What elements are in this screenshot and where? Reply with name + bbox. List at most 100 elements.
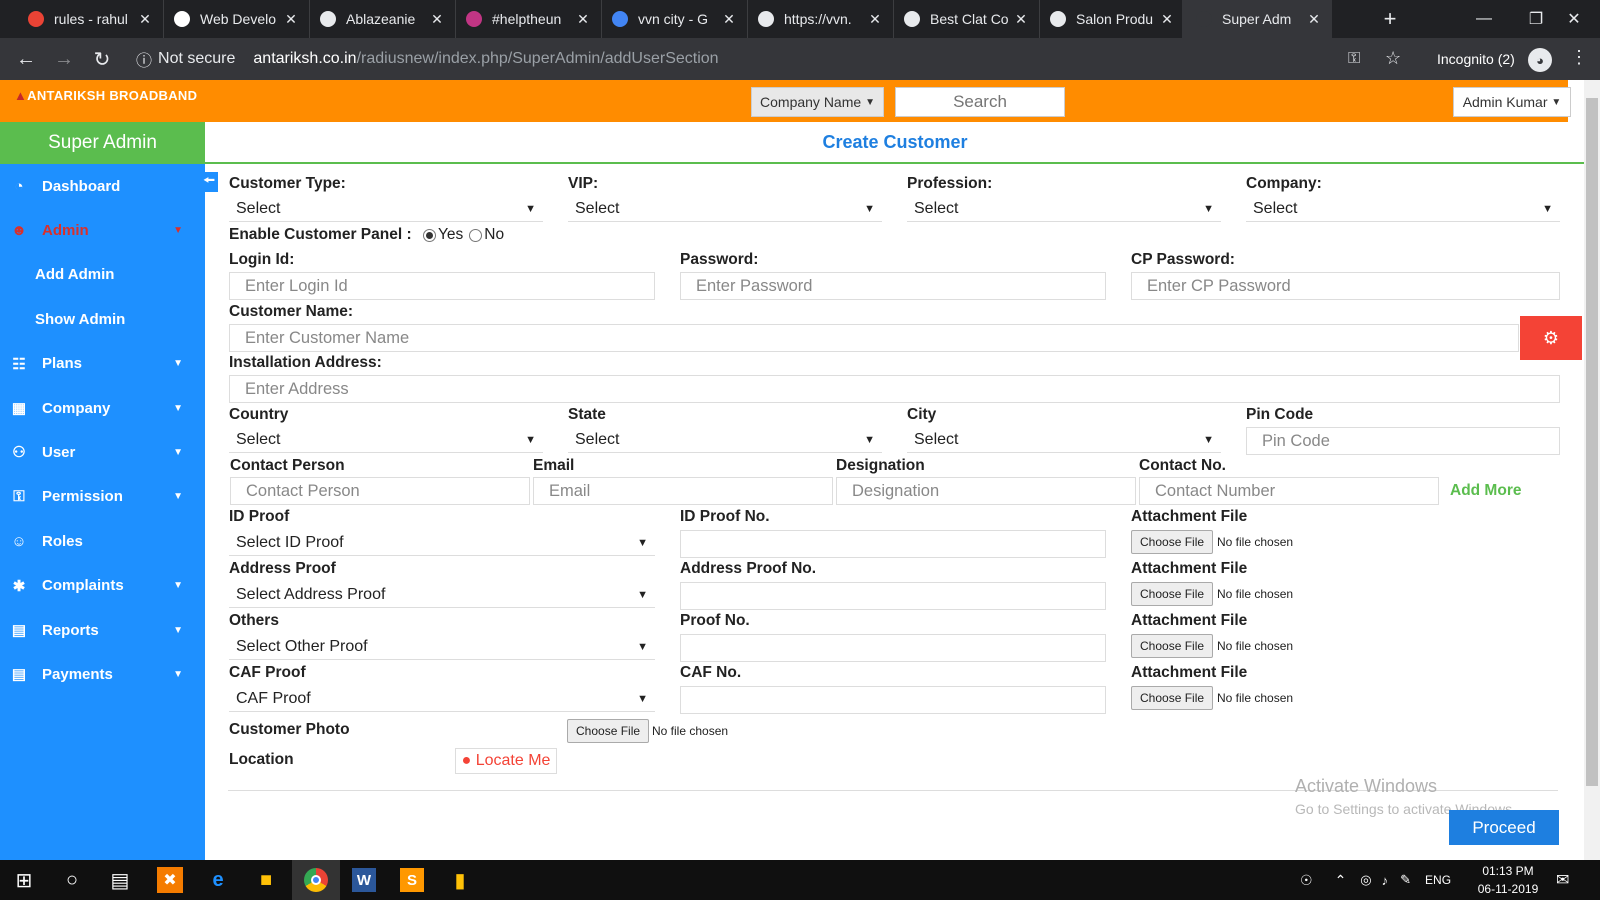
back-icon[interactable]: ← — [8, 38, 44, 80]
incognito-icon[interactable]: ◕ — [1528, 48, 1552, 72]
sidebar-item-roles[interactable]: ☺ Roles — [0, 519, 205, 563]
company-select[interactable]: Select ▼ — [1246, 196, 1560, 222]
address-proof-select[interactable]: Select Address Proof ▼ — [229, 582, 655, 608]
cp-password-input[interactable]: Enter CP Password — [1131, 272, 1560, 300]
close-tab-icon[interactable]: ✕ — [575, 11, 591, 28]
minimize-icon[interactable]: — — [1458, 0, 1510, 38]
address-bar[interactable]: ⓘ Not secure antariksh.co.in/radiusnew/i… — [128, 43, 1378, 75]
reload-icon[interactable]: ↻ — [84, 38, 120, 80]
caf-choose-file-button[interactable]: Choose File — [1131, 686, 1214, 710]
close-tab-icon[interactable]: ✕ — [283, 11, 299, 28]
sidebar-item-show-admin[interactable]: Show Admin — [0, 297, 205, 341]
browser-tab[interactable]: rules - rahul ✕ — [14, 0, 164, 38]
sublime-icon[interactable]: S — [388, 860, 436, 900]
customer-name-input[interactable]: Enter Customer Name — [229, 324, 1519, 352]
browser-tab[interactable]: Salon Produ ✕ — [1036, 0, 1186, 38]
id-proof-no-input[interactable] — [680, 530, 1106, 558]
locate-me-button[interactable]: ● Locate Me — [455, 748, 557, 774]
company-name-dropdown[interactable]: Company Name ▼ — [751, 87, 884, 117]
browser-tab[interactable]: Web Develo ✕ — [160, 0, 310, 38]
browser-tab[interactable]: https://vvn. ✕ — [744, 0, 894, 38]
file-explorer-icon[interactable]: ■ — [242, 860, 290, 900]
clock[interactable]: 01:13 PM 06-11-2019 — [1468, 862, 1548, 898]
id-proof-choose-file-button[interactable]: Choose File — [1131, 530, 1214, 554]
browser-tab[interactable]: #helptheun ✕ — [452, 0, 602, 38]
sidebar-item-plans[interactable]: ☷ Plans ▼ — [0, 342, 205, 386]
file-icon[interactable]: ▮ — [436, 860, 484, 900]
sidebar-item-admin[interactable]: ☻ Admin ▼ — [0, 208, 205, 252]
close-tab-icon[interactable]: ✕ — [1013, 11, 1029, 28]
contact-person-input[interactable]: Contact Person — [230, 477, 530, 505]
address-input[interactable]: Enter Address — [229, 375, 1560, 403]
task-view-icon[interactable]: ▤ — [96, 860, 144, 900]
address-proof-no-input[interactable] — [680, 582, 1106, 610]
radio-yes[interactable] — [423, 228, 436, 242]
sidebar-item-permission[interactable]: ⚿ Permission ▼ — [0, 475, 205, 519]
close-tab-icon[interactable]: ✕ — [1159, 11, 1175, 28]
email-input[interactable]: Email — [533, 477, 833, 505]
id-proof-select[interactable]: Select ID Proof ▼ — [229, 530, 655, 556]
settings-gear-button[interactable]: ⚙ — [1520, 316, 1582, 360]
admin-user-dropdown[interactable]: Admin Kumar ▼ — [1453, 87, 1571, 117]
customer-photo-choose-file-button[interactable]: Choose File — [567, 719, 650, 743]
designation-input[interactable]: Designation — [836, 477, 1136, 505]
edge-icon[interactable]: e — [194, 860, 242, 900]
close-tab-icon[interactable]: ✕ — [429, 11, 445, 28]
logo[interactable]: ▲ANTARIKSH BROADBAND — [14, 88, 197, 103]
forward-icon[interactable]: → — [46, 38, 82, 80]
city-select[interactable]: Select ▼ — [907, 427, 1221, 453]
caf-no-input[interactable] — [680, 686, 1106, 714]
login-id-input[interactable]: Enter Login Id — [229, 272, 655, 300]
incognito-label[interactable]: Incognito (2) — [1437, 51, 1515, 67]
sidebar-item-payments[interactable]: ▤ Payments ▼ — [0, 652, 205, 696]
browser-tab[interactable]: vvn city - G ✕ — [598, 0, 748, 38]
profession-select[interactable]: Select ▼ — [907, 196, 1221, 222]
proof-no-input[interactable] — [680, 634, 1106, 662]
other-proof-select[interactable]: Select Other Proof ▼ — [229, 634, 655, 660]
address-proof-choose-file-button[interactable]: Choose File — [1131, 582, 1214, 606]
browser-tab[interactable]: Super Adm ✕ — [1182, 0, 1332, 38]
word-icon[interactable]: W — [340, 860, 388, 900]
sidebar-item-reports[interactable]: ▤ Reports ▼ — [0, 608, 205, 652]
sidebar-item-user[interactable]: ⚇ User ▼ — [0, 430, 205, 474]
scrollbar-thumb[interactable] — [1586, 98, 1598, 786]
notifications-icon[interactable]: ✉ — [1556, 870, 1569, 890]
sidebar-item-add-admin[interactable]: Add Admin — [0, 253, 205, 297]
close-tab-icon[interactable]: ✕ — [137, 11, 153, 28]
cortana-search-icon[interactable]: ○ — [48, 860, 96, 900]
add-more-link[interactable]: Add More — [1450, 482, 1521, 500]
network-icon[interactable]: ◎ — [1360, 872, 1371, 888]
customer-type-select[interactable]: Select ▼ — [229, 196, 543, 222]
close-window-icon[interactable]: ✕ — [1548, 0, 1600, 38]
key-icon[interactable]: ⚿ — [1348, 50, 1360, 68]
language-indicator[interactable]: ENG — [1425, 873, 1451, 887]
chevron-up-icon[interactable]: ⌃ — [1335, 872, 1347, 889]
contact-number-input[interactable]: Contact Number — [1139, 477, 1439, 505]
pin-code-input[interactable]: Pin Code — [1246, 427, 1560, 455]
windows-start-icon[interactable]: ⊞ — [0, 860, 48, 900]
info-icon[interactable]: ⓘ — [136, 47, 152, 71]
sidebar-item-company[interactable]: ▦ Company ▼ — [0, 386, 205, 430]
search-input[interactable] — [895, 87, 1065, 117]
volume-icon[interactable]: ♪ — [1382, 873, 1389, 888]
browser-tab[interactable]: Best Clat Co ✕ — [890, 0, 1040, 38]
close-tab-icon[interactable]: ✕ — [721, 11, 737, 28]
bookmark-star-icon[interactable]: ☆ — [1385, 48, 1401, 69]
other-proof-choose-file-button[interactable]: Choose File — [1131, 634, 1214, 658]
sidebar-item-dashboard[interactable]: ◔ Dashboard — [0, 164, 205, 208]
vip-select[interactable]: Select ▼ — [568, 196, 882, 222]
password-input[interactable]: Enter Password — [680, 272, 1106, 300]
sidebar-item-complaints[interactable]: ✱ Complaints ▼ — [0, 564, 205, 608]
state-select[interactable]: Select ▼ — [568, 427, 882, 453]
browser-tab[interactable]: Ablazeanie ✕ — [306, 0, 456, 38]
xampp-icon[interactable]: ✖ — [146, 860, 194, 900]
caf-proof-select[interactable]: CAF Proof ▼ — [229, 686, 655, 712]
collapse-sidebar-icon[interactable]: 🠘 — [200, 172, 218, 192]
proceed-button[interactable]: Proceed — [1449, 810, 1559, 845]
menu-kebab-icon[interactable]: ⋮ — [1570, 47, 1588, 68]
new-tab-button[interactable]: + — [1372, 0, 1408, 38]
chrome-icon[interactable] — [292, 860, 340, 900]
close-tab-icon[interactable]: ✕ — [867, 11, 883, 28]
people-icon[interactable]: ☉ — [1300, 872, 1313, 889]
close-tab-icon[interactable]: ✕ — [1306, 11, 1322, 28]
